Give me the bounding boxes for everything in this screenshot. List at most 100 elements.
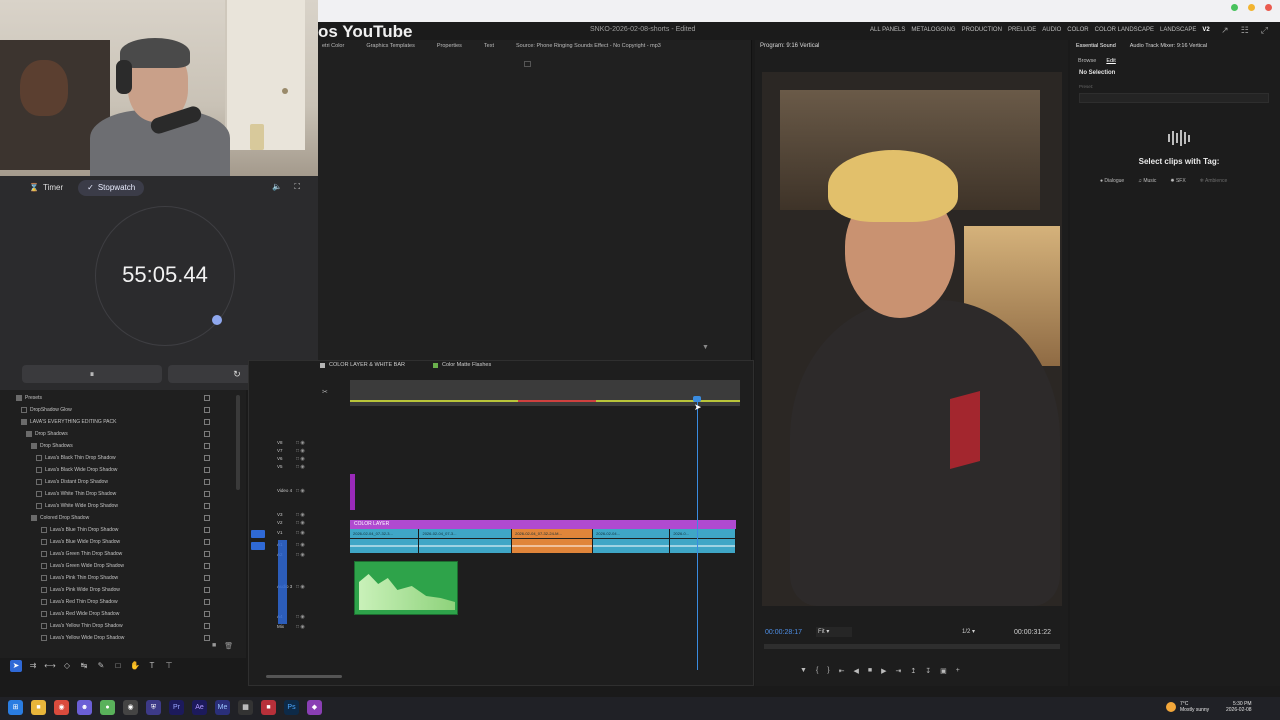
volume-icon[interactable]: 🔈 <box>272 182 282 192</box>
effects-preset-item[interactable]: Lava's Blue Thin Drop Shadow <box>0 524 240 536</box>
effects-folder[interactable]: Drop Shadows <box>0 428 240 440</box>
tag-music-button[interactable]: ♫ Music <box>1138 178 1156 184</box>
workspace-color-landscape[interactable]: COLOR LANDSCAPE <box>1095 27 1154 33</box>
tab-properties[interactable]: Properties <box>437 40 462 53</box>
go-to-in-icon[interactable]: ⇤ <box>839 667 845 675</box>
tab-color-matte-flashes[interactable]: Color Matte Flashes <box>433 362 491 368</box>
app-icon[interactable]: ● <box>100 700 115 715</box>
effects-preset-item[interactable]: Lava's Blue Wide Drop Shadow <box>0 536 240 548</box>
audio-target-strip[interactable] <box>278 540 287 624</box>
notifications-icon[interactable]: ☷ <box>1241 25 1249 36</box>
stop-icon[interactable]: ■ <box>868 667 872 675</box>
audio-clip[interactable] <box>419 539 513 553</box>
chrome-icon[interactable]: ◉ <box>54 700 69 715</box>
calculator-icon[interactable]: ▦ <box>238 700 253 715</box>
effects-preset-item[interactable]: Lava's White Thin Drop Shadow <box>0 488 240 500</box>
program-timecode[interactable]: 00:00:28:17 <box>765 629 802 636</box>
workspace-production[interactable]: PRODUCTION <box>962 27 1002 33</box>
windows-start-icon[interactable]: ⊞ <box>8 700 23 715</box>
zoom-select[interactable]: Fit ▾ <box>816 627 852 637</box>
tab-graphics-templates[interactable]: Graphics Templates <box>366 40 415 53</box>
resolution-select[interactable]: 1/2 ▾ <box>962 627 992 637</box>
out-point-icon[interactable]: } <box>827 667 829 675</box>
workspace-prelude[interactable]: PRELUDE <box>1008 27 1036 33</box>
source-patch-v1[interactable] <box>251 530 265 538</box>
vertical-type-tool-icon[interactable]: ⊤ <box>163 660 175 672</box>
close-button[interactable] <box>1265 4 1272 11</box>
weather-widget[interactable]: 7°C Mostly sunny <box>1166 701 1209 713</box>
effects-preset-item[interactable]: Lava's Green Thin Drop Shadow <box>0 548 240 560</box>
quick-export-icon[interactable]: ↗ <box>1221 25 1229 36</box>
color-layer-clip[interactable]: COLOR LAYER <box>350 520 736 529</box>
razor-icon[interactable]: ✂ <box>322 388 328 396</box>
media-encoder-icon[interactable]: Me <box>215 700 230 715</box>
track-toggle-icon[interactable]: □ ◉ <box>296 552 305 558</box>
track-toggle-icon[interactable]: □ ◉ <box>296 456 305 462</box>
step-back-icon[interactable]: ◀ <box>854 667 859 675</box>
tab-audio-track-mixer[interactable]: Audio Track Mixer: 9:16 Vertical <box>1130 43 1207 49</box>
effects-preset-item[interactable]: Lava's Pink Thin Drop Shadow <box>0 572 240 584</box>
track-toggle-icon[interactable]: □ ◉ <box>296 440 305 446</box>
video-clip[interactable]: 2026-02-04... <box>593 529 671 538</box>
tab-lumetri-color[interactable]: etri Color <box>322 40 344 53</box>
browse-tab[interactable]: Browse <box>1078 58 1096 64</box>
stopwatch-tab[interactable]: ✓ Stopwatch <box>78 180 145 196</box>
effects-preset-item[interactable]: Lava's Green Wide Drop Shadow <box>0 560 240 572</box>
video-clip[interactable]: 2026-02-04_07-32-3... <box>350 529 420 538</box>
effects-preset-item[interactable]: Lava's Pink Wide Drop Shadow <box>0 584 240 596</box>
effects-preset-item[interactable]: Lava's Yellow Thin Drop Shadow <box>0 620 240 632</box>
audio-clip[interactable] <box>670 539 736 553</box>
track-toggle-icon[interactable]: □ ◉ <box>296 464 305 470</box>
effects-preset-item[interactable]: DropShadow Glow <box>0 404 240 416</box>
track-toggle-icon[interactable]: □ ◉ <box>296 614 305 620</box>
track-toggle-icon[interactable]: □ ◉ <box>296 488 305 494</box>
effects-folder[interactable]: Colored Drop Shadow <box>0 512 240 524</box>
filter-icon[interactable]: ▼ <box>702 344 709 351</box>
tag-ambience-button[interactable]: ❄ Ambience <box>1200 178 1228 184</box>
track-toggle-icon[interactable]: □ ◉ <box>296 584 305 590</box>
minimize-button[interactable] <box>1248 4 1255 11</box>
razor-tool-icon[interactable]: ◇ <box>61 660 73 672</box>
effects-preset-item[interactable]: Lava's Black Thin Drop Shadow <box>0 452 240 464</box>
effects-preset-item[interactable]: Lava's Distant Drop Shadow <box>0 476 240 488</box>
fullscreen-icon[interactable]: ⤢ <box>1261 25 1268 36</box>
shield-icon[interactable]: ⛨ <box>146 700 161 715</box>
effects-preset-item[interactable]: Lava's Red Thin Drop Shadow <box>0 596 240 608</box>
video4-clip[interactable] <box>350 474 355 510</box>
effects-preset-item[interactable]: Lava's White Wide Drop Shadow <box>0 500 240 512</box>
in-point-icon[interactable]: { <box>816 667 818 675</box>
rectangle-tool-icon[interactable]: □ <box>112 660 124 672</box>
workspace-v2[interactable]: V2 <box>1202 27 1209 33</box>
effects-preset-item[interactable]: Lava's Yellow Wide Drop Shadow <box>0 632 240 644</box>
program-monitor-title[interactable]: Program: 9:16 Vertical <box>760 43 819 49</box>
effects-preset-item[interactable]: Lava's Red Wide Drop Shadow <box>0 608 240 620</box>
pause-button[interactable]: ⏸ <box>22 365 162 383</box>
audio-clip[interactable] <box>512 539 594 553</box>
workspace-all-panels[interactable]: ALL PANELS <box>870 27 905 33</box>
add-icon[interactable]: + <box>956 667 960 675</box>
after-effects-icon[interactable]: Ae <box>192 700 207 715</box>
tab-source[interactable]: Source: Phone Ringing Sounds Effect - No… <box>516 40 661 53</box>
red-app-icon[interactable]: ■ <box>261 700 276 715</box>
edit-tab[interactable]: Edit <box>1106 58 1115 64</box>
photoshop-icon[interactable]: Ps <box>284 700 299 715</box>
track-toggle-icon[interactable]: □ ◉ <box>296 530 305 536</box>
timer-tab[interactable]: ⌛ Timer <box>20 180 72 196</box>
video-clip[interactable]: 2026-02-04_07-3... <box>419 529 513 538</box>
workspace-color[interactable]: COLOR <box>1067 27 1088 33</box>
effects-folder[interactable]: LAVA'S EVERYTHING EDITING PACK <box>0 416 240 428</box>
video-clip[interactable]: 2026-0... <box>670 529 736 538</box>
audio-clip[interactable] <box>593 539 671 553</box>
selection-tool-icon[interactable]: ➤ <box>10 660 22 672</box>
preset-dropdown[interactable] <box>1079 93 1269 103</box>
effects-folder[interactable]: Drop Shadows <box>0 440 240 452</box>
obs-icon[interactable]: ◉ <box>123 700 138 715</box>
audio3-clip[interactable] <box>354 561 458 615</box>
premiere-pro-icon[interactable]: Pr <box>169 700 184 715</box>
marker-icon[interactable]: ▼ <box>800 667 807 675</box>
tab-essential-sound[interactable]: Essential Sound <box>1076 43 1116 49</box>
go-to-out-icon[interactable]: ⇥ <box>896 667 902 675</box>
lift-icon[interactable]: ↥ <box>910 667 916 675</box>
step-forward-icon[interactable]: ▶ <box>881 667 886 675</box>
type-tool-icon[interactable]: T <box>146 660 158 672</box>
